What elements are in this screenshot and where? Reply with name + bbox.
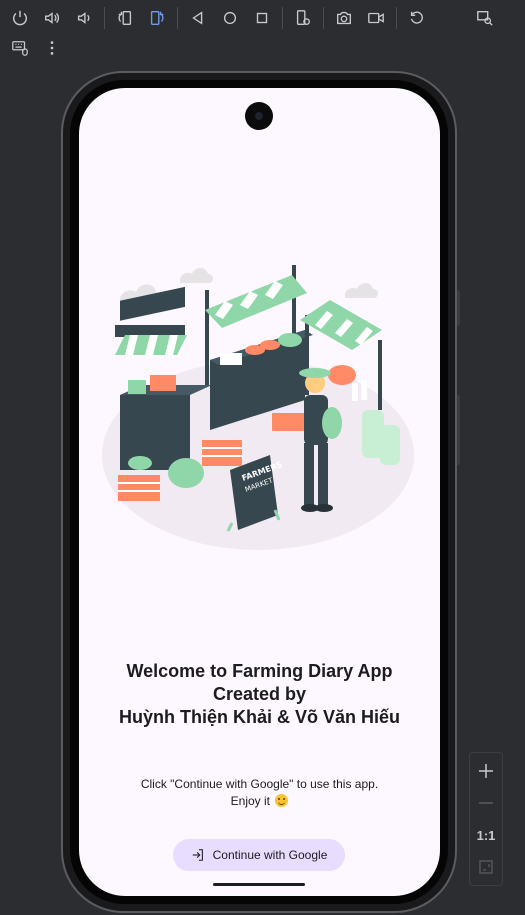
usage-hint: Click "Continue with Google" to use this… (79, 776, 440, 810)
home-icon[interactable] (214, 4, 246, 32)
volume-down-icon[interactable] (68, 4, 100, 32)
zoom-actual-size-button[interactable]: 1:1 (470, 819, 502, 851)
device-settings-icon[interactable] (287, 4, 319, 32)
zoom-search-icon[interactable] (469, 4, 501, 32)
hint-line-1: Click "Continue with Google" to use this… (140, 777, 379, 791)
toolbar-row-2 (4, 34, 68, 62)
authors-line: Huỳnh Thiện Khải & Võ Văn Hiếu (118, 707, 401, 727)
toolbar-separator (177, 7, 178, 29)
welcome-line: Welcome to Farming Diary App (126, 661, 393, 681)
zoom-out-icon[interactable] (470, 787, 502, 819)
hint-enjoy-text: Enjoy it (230, 794, 270, 808)
toolbar-separator (396, 7, 397, 29)
continue-button-label: Continue with Google (212, 848, 328, 862)
continue-with-google-button[interactable]: Continue with Google (173, 839, 345, 871)
toolbar-row-1 (4, 4, 501, 32)
reset-icon[interactable] (401, 4, 433, 32)
back-icon[interactable] (182, 4, 214, 32)
smile-emoji-icon (275, 794, 289, 807)
keyboard-mouse-icon[interactable] (4, 34, 36, 62)
gesture-home-bar[interactable] (213, 883, 305, 886)
volume-up-icon[interactable] (36, 4, 68, 32)
farmers-market-illustration: FARMERS MARKET (102, 265, 414, 550)
overview-icon[interactable] (246, 4, 278, 32)
more-vert-icon[interactable] (36, 34, 68, 62)
power-icon[interactable] (4, 4, 36, 32)
toolbar-separator (282, 7, 283, 29)
front-camera (245, 102, 273, 130)
zoom-controls-panel: 1:1 (469, 752, 503, 886)
zoom-in-icon[interactable] (470, 755, 502, 787)
camera-icon[interactable] (328, 4, 360, 32)
toolbar-separator (104, 7, 105, 29)
video-icon[interactable] (360, 4, 392, 32)
rotate-left-icon[interactable] (109, 4, 141, 32)
emulator-toolbar (0, 0, 525, 64)
fit-screen-icon[interactable] (470, 851, 502, 883)
rotate-right-icon[interactable] (141, 4, 173, 32)
hint-line-2: Enjoy it (79, 793, 440, 810)
created-by-line: Created by (212, 684, 307, 704)
welcome-heading: Welcome to Farming Diary App Created by … (79, 660, 440, 729)
login-icon (192, 849, 203, 861)
toolbar-separator (323, 7, 324, 29)
